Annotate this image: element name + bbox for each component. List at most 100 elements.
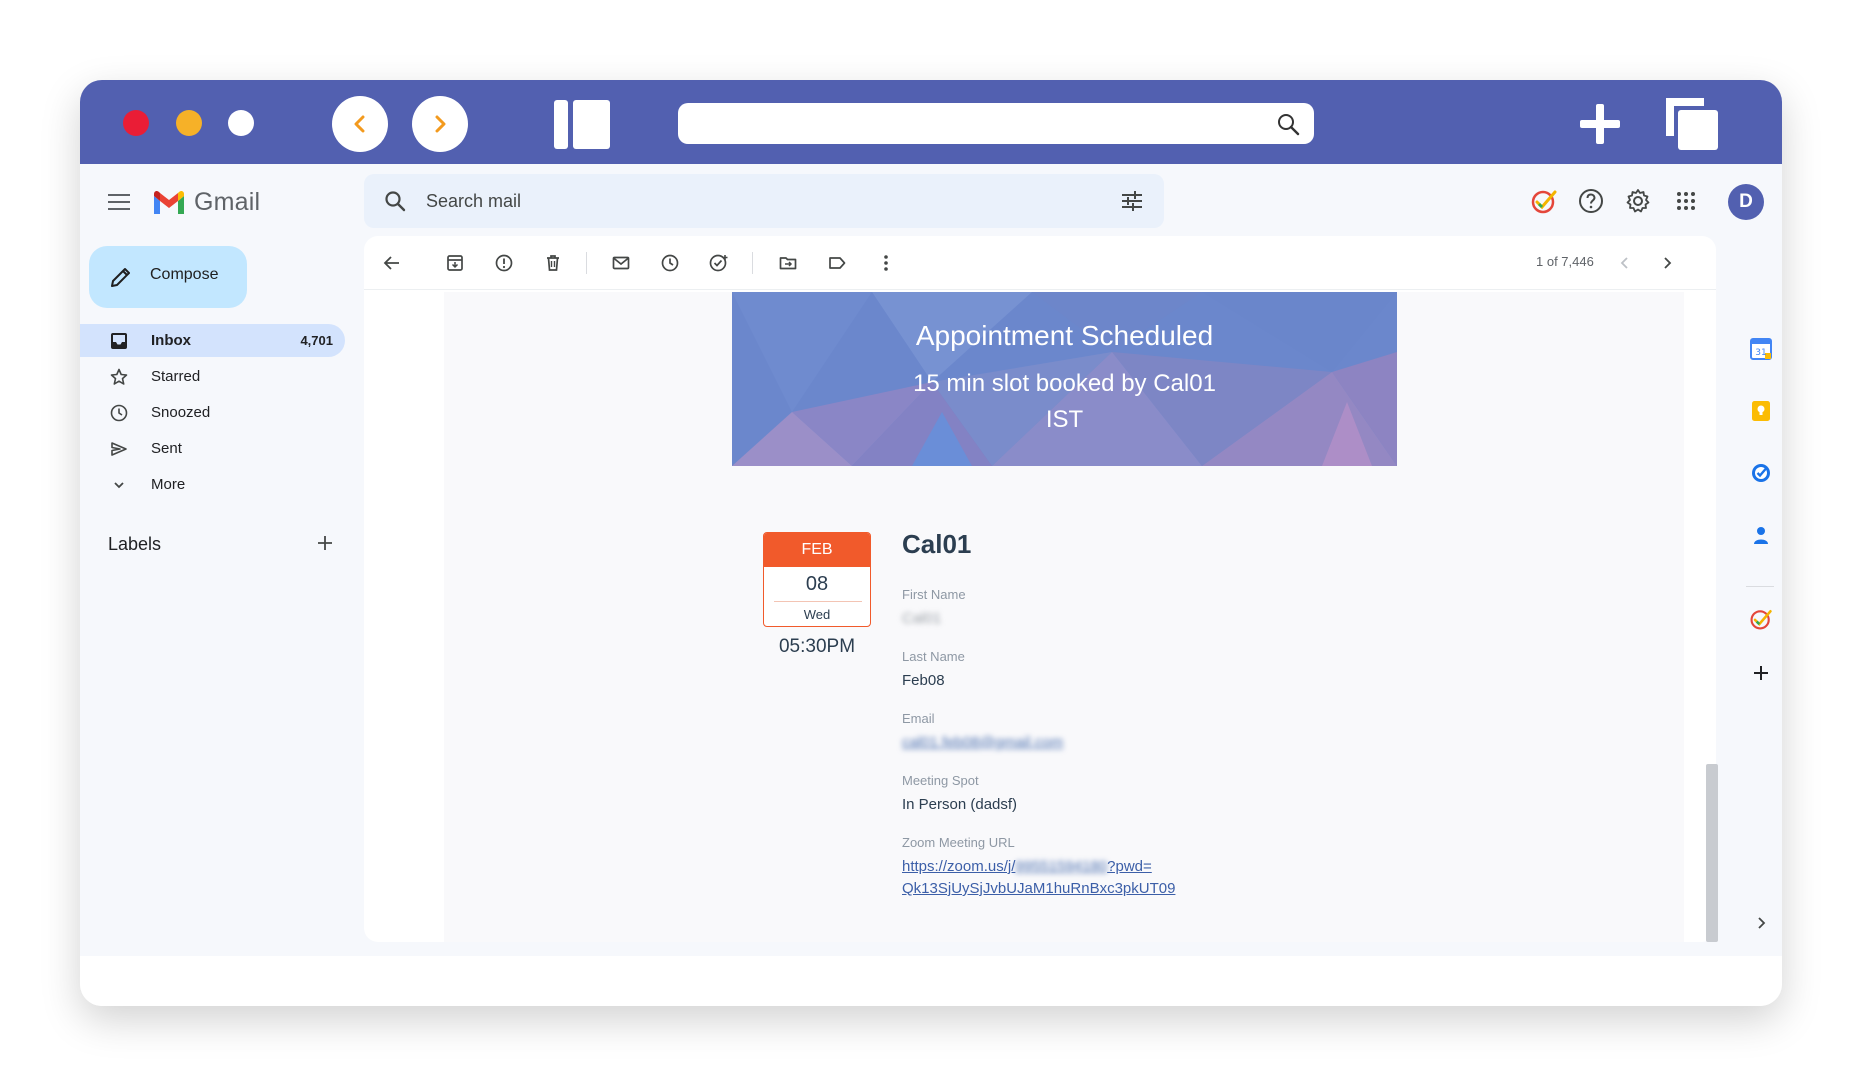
calendar-app-icon[interactable]: 31	[1746, 334, 1776, 364]
add-label-icon[interactable]	[316, 534, 334, 552]
zoom-url-link-continued[interactable]: Qk13SjUySjJvbUJaM1huRnBxc3pkUT09	[902, 880, 1175, 897]
snooze-clock-icon[interactable]	[657, 250, 683, 276]
address-bar[interactable]	[678, 103, 1314, 144]
tasks-icon[interactable]	[1746, 458, 1776, 488]
message-scrollbar[interactable]	[1706, 764, 1718, 942]
chevron-left-icon	[354, 115, 365, 133]
gmail-m-icon	[154, 190, 184, 214]
search-options-icon[interactable]	[1120, 189, 1144, 213]
sidebar-item-label: Starred	[151, 368, 201, 385]
sidebar-toggle-icon[interactable]	[554, 100, 610, 149]
delete-icon[interactable]	[540, 250, 566, 276]
pencil-icon	[111, 268, 130, 287]
chevron-down-icon	[114, 482, 124, 489]
archive-icon[interactable]	[442, 250, 468, 276]
appointment-email: Appointment Scheduled 15 min slot booked…	[444, 292, 1684, 942]
last-name-value: Feb08	[902, 672, 945, 689]
zoom-url-part: ?pwd=	[1107, 858, 1152, 875]
inbox-icon	[111, 333, 127, 349]
calendar-month: FEB	[764, 533, 870, 567]
unread-count: 4,701	[300, 333, 333, 348]
add-to-tasks-icon[interactable]	[706, 250, 732, 276]
zoom-url-label: Zoom Meeting URL	[902, 835, 1015, 850]
sidebar-item-more[interactable]: More	[80, 468, 345, 501]
sidebar-item-inbox[interactable]: Inbox 4,701	[80, 324, 345, 357]
zoom-url-link[interactable]: https://zoom.us/j/99551594180?pwd=	[902, 858, 1152, 875]
search-bar[interactable]: Search mail	[364, 174, 1164, 228]
account-avatar[interactable]: D	[1728, 184, 1764, 220]
sidebar-item-label: Snoozed	[151, 404, 211, 421]
appointment-time: 05:30PM	[778, 636, 856, 657]
browser-back-button[interactable]	[332, 96, 388, 152]
newer-message-icon[interactable]	[1612, 250, 1638, 276]
compose-label: Compose	[150, 266, 219, 283]
apps-grid-icon[interactable]	[1671, 186, 1701, 216]
browser-titlebar	[80, 80, 1782, 164]
banner-subtitle: 15 min slot booked by Cal01	[913, 370, 1216, 397]
search-icon[interactable]	[384, 190, 406, 212]
clock-icon	[110, 404, 128, 422]
meeting-spot-label: Meeting Spot	[902, 773, 979, 788]
banner-timezone: IST	[1045, 406, 1084, 433]
contacts-icon[interactable]	[1746, 520, 1776, 550]
more-options-icon[interactable]	[873, 250, 899, 276]
last-name-label: Last Name	[902, 649, 965, 664]
appointment-banner: Appointment Scheduled 15 min slot booked…	[732, 292, 1397, 466]
back-to-inbox-icon[interactable]	[379, 250, 405, 276]
toolbar-divider	[586, 252, 587, 274]
move-to-folder-icon[interactable]	[775, 250, 801, 276]
email-label: Email	[902, 711, 935, 726]
close-window-button[interactable]	[123, 110, 149, 136]
calendar-date-badge: FEB 08 Wed	[763, 532, 871, 627]
minimize-window-button[interactable]	[176, 110, 202, 136]
calendar-divider	[774, 601, 862, 602]
svg-text:31: 31	[1755, 348, 1766, 358]
gmail-logo[interactable]: Gmail	[152, 188, 260, 217]
mark-unread-icon[interactable]	[608, 250, 634, 276]
report-spam-icon[interactable]	[491, 250, 517, 276]
compose-button[interactable]: Compose	[89, 246, 247, 308]
first-name-label: First Name	[902, 587, 966, 602]
tab-overview-icon[interactable]	[1664, 96, 1720, 152]
search-input[interactable]: Search mail	[426, 191, 521, 212]
sidebar-item-label: Inbox	[151, 332, 191, 349]
chevron-right-icon	[435, 115, 446, 133]
labels-heading: Labels	[108, 534, 162, 554]
main-menu-icon[interactable]	[108, 194, 130, 210]
zoom-meeting-id: 99551594180	[1015, 858, 1108, 875]
app-name: Gmail	[194, 188, 261, 216]
message-body: Appointment Scheduled 15 min slot booked…	[444, 292, 1684, 942]
browser-window: Gmail Search mail D Compose Inbox 4,701 …	[80, 80, 1782, 1006]
email-value-link[interactable]: cal01.feb08@gmail.com	[902, 734, 1063, 751]
extension-checkmark-icon[interactable]	[1746, 604, 1776, 634]
send-icon	[111, 442, 127, 456]
sidebar-item-label: More	[151, 476, 186, 493]
calendar-weekday: Wed	[803, 607, 831, 622]
zoom-window-button[interactable]	[228, 110, 254, 136]
zoom-url-part: https://zoom.us/j/	[902, 858, 1016, 875]
new-tab-icon[interactable]	[1578, 102, 1622, 146]
expand-side-panel-icon[interactable]	[1746, 908, 1776, 938]
banner-title: Appointment Scheduled	[915, 320, 1214, 351]
message-toolbar: 1 of 7,446	[364, 236, 1716, 290]
sidebar-item-snoozed[interactable]: Snoozed	[80, 396, 345, 429]
older-message-icon[interactable]	[1654, 250, 1680, 276]
browser-forward-button[interactable]	[412, 96, 468, 152]
first-name-value: Cal01	[902, 610, 942, 627]
meeting-spot-value: In Person (dadsf)	[902, 796, 1018, 813]
keep-notes-icon[interactable]	[1746, 396, 1776, 426]
extension-checkmark-icon[interactable]	[1529, 186, 1559, 216]
help-icon[interactable]	[1576, 186, 1606, 216]
booker-name: Cal01	[902, 529, 972, 559]
gmail-app: Gmail Search mail D Compose Inbox 4,701 …	[80, 164, 1782, 956]
settings-gear-icon[interactable]	[1623, 186, 1653, 216]
get-addons-icon[interactable]	[1746, 658, 1776, 688]
sidebar-item-label: Sent	[151, 440, 182, 457]
sidebar-item-starred[interactable]: Starred	[80, 360, 345, 393]
rail-divider	[1746, 586, 1774, 587]
label-tag-icon[interactable]	[824, 250, 850, 276]
sidebar-item-sent[interactable]: Sent	[80, 432, 345, 465]
search-icon	[1278, 114, 1300, 136]
message-view: 1 of 7,446 Appointment Scheduled 15 min …	[364, 236, 1716, 942]
toolbar-divider	[752, 252, 753, 274]
